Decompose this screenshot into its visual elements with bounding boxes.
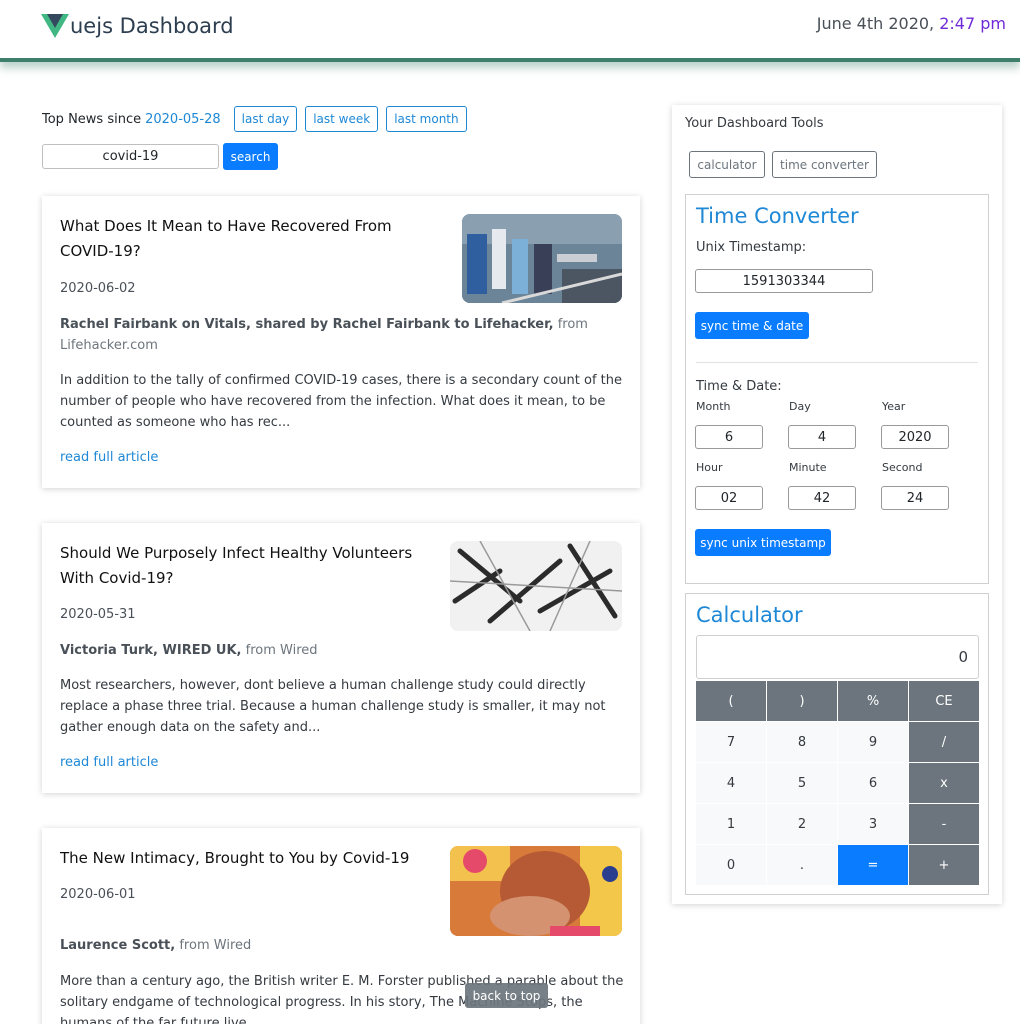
intimacy-photo-icon bbox=[450, 846, 622, 936]
calc-key-percent[interactable]: % bbox=[838, 681, 908, 721]
news-card: What Does It Mean to Have Recovered From… bbox=[42, 196, 640, 488]
article-author: Laurence Scott, bbox=[60, 938, 176, 953]
article-byline: Laurence Scott, from Wired bbox=[60, 938, 252, 953]
calc-key-equals[interactable]: = bbox=[838, 845, 908, 885]
current-date: June 4th 2020, bbox=[816, 14, 935, 33]
article-author: Victoria Turk, WIRED UK, bbox=[60, 643, 242, 658]
article-image[interactable] bbox=[462, 214, 622, 303]
article-description: Most researchers, however, dont believe … bbox=[60, 678, 606, 735]
time-converter-tool-button[interactable]: time converter bbox=[772, 151, 877, 178]
article-date: 2020-05-31 bbox=[60, 607, 136, 622]
month-label: Month bbox=[696, 400, 731, 413]
top-news-filter: Top News since 2020-05-28 last day last … bbox=[42, 105, 475, 133]
search-input[interactable] bbox=[42, 144, 219, 169]
article-description: In addition to the tally of confirmed CO… bbox=[60, 373, 622, 430]
minute-input[interactable] bbox=[788, 486, 856, 510]
day-input[interactable] bbox=[788, 425, 856, 449]
sync-unix-timestamp-button[interactable]: sync unix timestamp bbox=[695, 529, 831, 556]
calc-key-close-paren[interactable]: ) bbox=[767, 681, 837, 721]
calculator-title: Calculator bbox=[696, 603, 803, 627]
calculator-keypad: ( ) % CE 7 8 9 / 4 5 6 x 1 2 3 - 0 . = + bbox=[696, 681, 979, 885]
calc-key-4[interactable]: 4 bbox=[696, 763, 766, 803]
calc-key-2[interactable]: 2 bbox=[767, 804, 837, 844]
search-button[interactable]: search bbox=[223, 143, 278, 170]
current-datetime: June 4th 2020, 2:47 pm bbox=[817, 14, 1006, 33]
calc-key-9[interactable]: 9 bbox=[838, 722, 908, 762]
sync-time-date-button[interactable]: sync time & date bbox=[695, 312, 809, 339]
dashboard-tools: Your Dashboard Tools calculator time con… bbox=[672, 105, 1002, 904]
vue-logo-icon bbox=[41, 14, 69, 38]
calc-key-multiply[interactable]: x bbox=[909, 763, 979, 803]
app-title: uejs Dashboard bbox=[70, 14, 234, 38]
read-full-article-link[interactable]: read full article bbox=[60, 755, 158, 770]
article-source: Wired bbox=[213, 938, 252, 953]
month-input[interactable] bbox=[695, 425, 763, 449]
last-month-button[interactable]: last month bbox=[386, 106, 467, 132]
calc-key-8[interactable]: 8 bbox=[767, 722, 837, 762]
tools-title: Your Dashboard Tools bbox=[685, 116, 824, 131]
article-date: 2020-06-01 bbox=[60, 887, 136, 902]
year-input[interactable] bbox=[881, 425, 949, 449]
calc-key-plus[interactable]: + bbox=[909, 845, 979, 885]
calc-key-1[interactable]: 1 bbox=[696, 804, 766, 844]
calculator-display: 0 bbox=[696, 635, 979, 679]
hour-input[interactable] bbox=[695, 486, 763, 510]
calc-key-0[interactable]: 0 bbox=[696, 845, 766, 885]
article-title[interactable]: Should We Purposely Infect Healthy Volun… bbox=[60, 541, 412, 591]
article-title[interactable]: What Does It Mean to Have Recovered From… bbox=[60, 214, 392, 264]
unix-timestamp-input[interactable] bbox=[695, 269, 873, 293]
calc-key-divide[interactable]: / bbox=[909, 722, 979, 762]
calc-key-6[interactable]: 6 bbox=[838, 763, 908, 803]
app-header: uejs Dashboard June 4th 2020, 2:47 pm bbox=[0, 0, 1020, 62]
article-byline: Rachel Fairbank on Vitals, shared by Rac… bbox=[60, 317, 588, 353]
article-image[interactable] bbox=[450, 846, 622, 936]
second-input[interactable] bbox=[881, 486, 949, 510]
hour-label: Hour bbox=[696, 461, 723, 474]
calc-key-5[interactable]: 5 bbox=[767, 763, 837, 803]
divider bbox=[696, 362, 978, 363]
article-source: Lifehacker.com bbox=[60, 338, 158, 353]
calc-key-3[interactable]: 3 bbox=[838, 804, 908, 844]
calc-key-open-paren[interactable]: ( bbox=[696, 681, 766, 721]
calc-key-clear[interactable]: CE bbox=[909, 681, 979, 721]
current-time: 2:47 pm bbox=[939, 14, 1006, 33]
article-image[interactable] bbox=[450, 541, 622, 631]
calc-key-decimal[interactable]: . bbox=[767, 845, 837, 885]
article-author: Rachel Fairbank on Vitals, shared by Rac… bbox=[60, 317, 554, 332]
minute-label: Minute bbox=[789, 461, 827, 474]
time-converter-title: Time Converter bbox=[696, 204, 859, 228]
calculator-panel: Calculator 0 ( ) % CE 7 8 9 / 4 5 6 x 1 … bbox=[685, 593, 989, 895]
news-card: Should We Purposely Infect Healthy Volun… bbox=[42, 523, 640, 793]
article-title[interactable]: The New Intimacy, Brought to You by Covi… bbox=[60, 846, 409, 871]
year-label: Year bbox=[882, 400, 906, 413]
article-byline: Victoria Turk, WIRED UK, from Wired bbox=[60, 643, 318, 658]
calc-key-7[interactable]: 7 bbox=[696, 722, 766, 762]
day-label: Day bbox=[789, 400, 811, 413]
calc-key-minus[interactable]: - bbox=[909, 804, 979, 844]
unix-timestamp-label: Unix Timestamp: bbox=[696, 240, 807, 255]
read-full-article-link[interactable]: read full article bbox=[60, 450, 158, 465]
second-label: Second bbox=[882, 461, 923, 474]
news-card: The New Intimacy, Brought to You by Covi… bbox=[42, 828, 640, 1024]
time-date-label: Time & Date: bbox=[696, 379, 782, 394]
back-to-top-button[interactable]: back to top bbox=[465, 983, 548, 1008]
article-date: 2020-06-02 bbox=[60, 281, 136, 296]
time-converter-panel: Time Converter Unix Timestamp: sync time… bbox=[685, 194, 989, 584]
article-photo-icon bbox=[462, 214, 622, 303]
top-news-label: Top News since bbox=[42, 111, 142, 127]
last-day-button[interactable]: last day bbox=[233, 106, 298, 132]
since-date: 2020-05-28 bbox=[145, 111, 221, 127]
syringes-photo-icon bbox=[450, 541, 622, 631]
last-week-button[interactable]: last week bbox=[305, 106, 379, 132]
calculator-tool-button[interactable]: calculator bbox=[689, 151, 765, 178]
article-source: Wired bbox=[280, 643, 318, 658]
